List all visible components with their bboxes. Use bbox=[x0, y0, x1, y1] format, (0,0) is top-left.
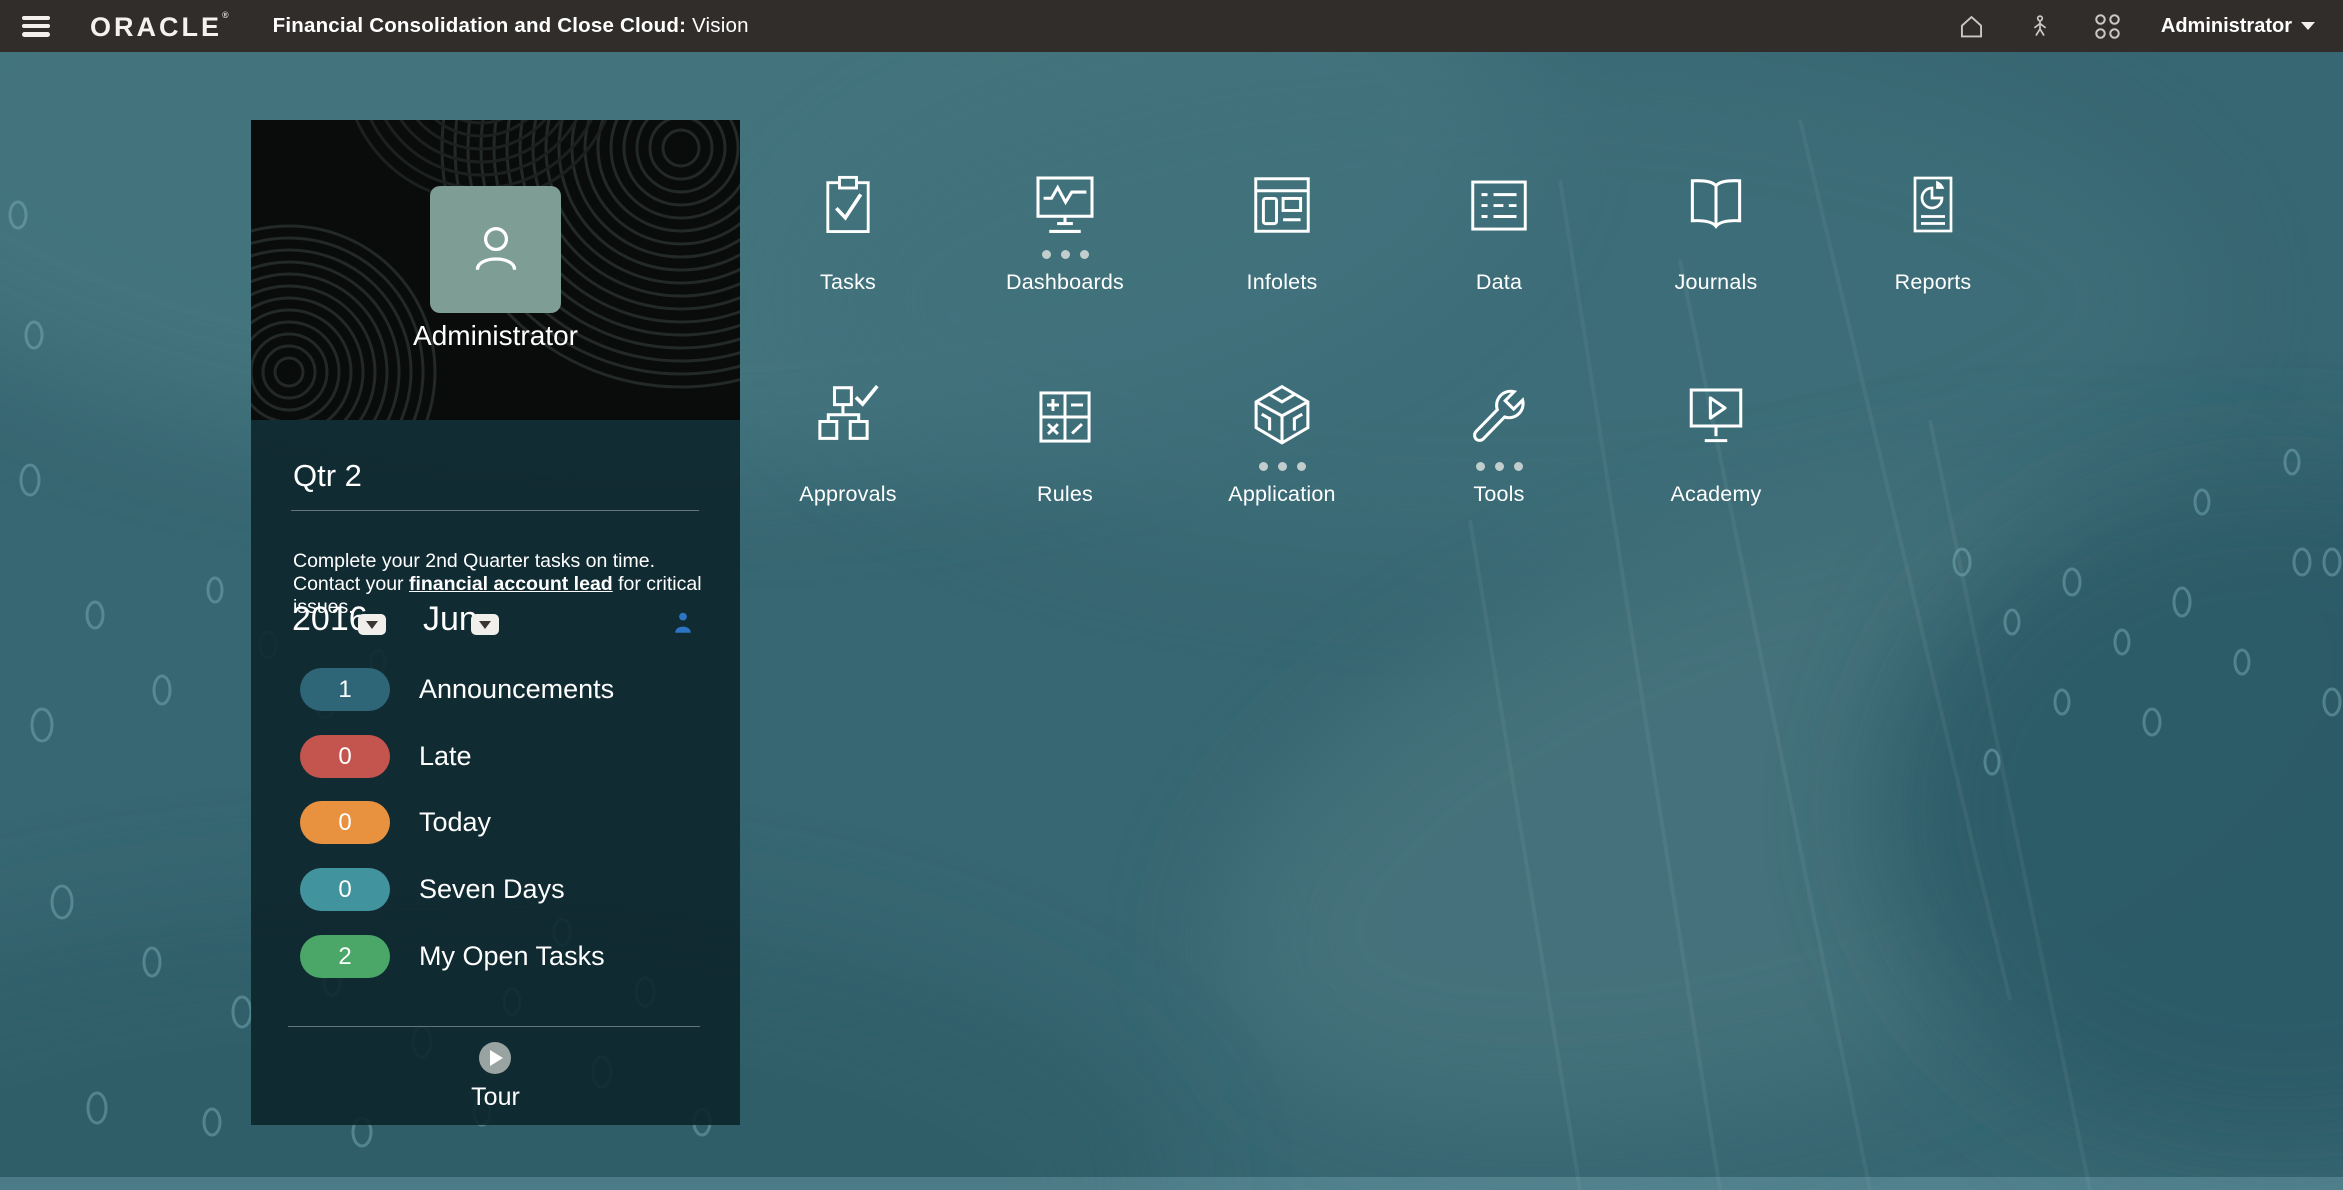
tile-data[interactable]: Data bbox=[1391, 168, 1607, 295]
academy-icon bbox=[1608, 380, 1824, 454]
tour-label: Tour bbox=[471, 1083, 520, 1111]
tile-application[interactable]: Application bbox=[1174, 380, 1390, 507]
my-tasks-filter-icon[interactable] bbox=[670, 610, 696, 636]
month-value: Jun bbox=[423, 600, 478, 638]
tile-menu-dots bbox=[957, 454, 1173, 478]
tile-menu-dots bbox=[1825, 242, 2041, 266]
rules-icon bbox=[957, 380, 1173, 454]
divider bbox=[288, 1026, 700, 1027]
application-icon bbox=[1174, 380, 1390, 454]
tile-label: Tasks bbox=[820, 270, 876, 294]
approvals-icon bbox=[740, 380, 956, 454]
registered-mark: ® bbox=[222, 10, 229, 20]
tile-dashboards[interactable]: Dashboards bbox=[957, 168, 1173, 295]
tile-label: Journals bbox=[1674, 270, 1758, 294]
financial-account-lead-link[interactable]: financial account lead bbox=[409, 573, 613, 595]
infolets-icon bbox=[1174, 168, 1390, 242]
tile-journals[interactable]: Journals bbox=[1608, 168, 1824, 295]
tile-label: Application bbox=[1228, 482, 1336, 506]
month-dropdown-button[interactable] bbox=[471, 614, 499, 635]
tile-label: Academy bbox=[1670, 482, 1762, 506]
tile-infolets[interactable]: Infolets bbox=[1174, 168, 1390, 295]
user-menu[interactable]: Administrator bbox=[2161, 15, 2315, 38]
stat-today[interactable]: 0 Today bbox=[251, 801, 740, 844]
divider bbox=[291, 510, 699, 511]
tools-icon bbox=[1391, 380, 1607, 454]
tile-menu-dots bbox=[1174, 242, 1390, 266]
tile-menu-dots[interactable] bbox=[1391, 454, 1607, 478]
tile-menu-dots[interactable] bbox=[957, 242, 1173, 266]
tile-rules[interactable]: Rules bbox=[957, 380, 1173, 507]
period-summary: Qtr 2 Complete your 2nd Quarter tasks on… bbox=[251, 420, 740, 1125]
stat-announcements[interactable]: 1 Announcements bbox=[251, 668, 740, 711]
avatar[interactable] bbox=[430, 186, 561, 313]
tile-menu-dots bbox=[1391, 242, 1607, 266]
tile-label: Approvals bbox=[799, 482, 897, 506]
tile-menu-dots[interactable] bbox=[1174, 454, 1390, 478]
year-dropdown-button[interactable] bbox=[358, 614, 386, 635]
tile-label: Data bbox=[1475, 270, 1523, 294]
tile-menu-dots bbox=[1608, 454, 1824, 478]
status-badge: 1 bbox=[300, 668, 390, 711]
stat-seven-days[interactable]: 0 Seven Days bbox=[251, 868, 740, 911]
period-title: Qtr 2 bbox=[293, 458, 362, 493]
tile-tools[interactable]: Tools bbox=[1391, 380, 1607, 507]
top-navigation-bar: ORACLE® Financial Consolidation and Clos… bbox=[0, 0, 2343, 52]
stat-my-open-tasks[interactable]: 2 My Open Tasks bbox=[251, 935, 740, 978]
oracle-logo: ORACLE® bbox=[90, 10, 229, 42]
play-icon bbox=[490, 1050, 503, 1066]
tile-label: Rules bbox=[1037, 482, 1093, 506]
user-summary-panel: Administrator Qtr 2 Complete your 2nd Qu… bbox=[251, 120, 740, 1125]
tile-reports[interactable]: Reports bbox=[1825, 168, 2041, 295]
tile-label: Reports bbox=[1894, 270, 1972, 294]
chevron-down-icon bbox=[2301, 22, 2315, 30]
tour-play-button[interactable] bbox=[479, 1042, 511, 1074]
reports-icon bbox=[1825, 168, 2041, 242]
app-title: Financial Consolidation and Close Cloud:… bbox=[272, 14, 749, 37]
panel-user-name: Administrator bbox=[413, 320, 578, 351]
tile-menu-dots bbox=[1608, 242, 1824, 266]
status-badge: 0 bbox=[300, 868, 390, 911]
user-menu-label: Administrator bbox=[2160, 14, 2292, 37]
user-avatar-card: Administrator bbox=[251, 120, 740, 420]
accessibility-icon[interactable] bbox=[2025, 11, 2055, 41]
topbar-actions: Administrator bbox=[1957, 11, 2315, 41]
tasks-icon bbox=[740, 168, 956, 242]
tile-tasks[interactable]: Tasks bbox=[740, 168, 956, 295]
status-badge: 2 bbox=[300, 935, 390, 978]
year-value: 2016 bbox=[292, 600, 368, 638]
home-icon[interactable] bbox=[1957, 11, 1987, 41]
tile-label: Infolets bbox=[1246, 270, 1318, 294]
tile-label: Dashboards bbox=[1006, 270, 1124, 294]
dashboards-icon bbox=[957, 168, 1173, 242]
status-badge: 0 bbox=[300, 801, 390, 844]
journals-icon bbox=[1608, 168, 1824, 242]
data-icon bbox=[1391, 168, 1607, 242]
stat-late[interactable]: 0 Late bbox=[251, 735, 740, 778]
tile-approvals[interactable]: Approvals bbox=[740, 380, 956, 507]
tile-menu-dots bbox=[740, 242, 956, 266]
background-bottom-band bbox=[0, 1177, 2343, 1190]
tile-label: Tools bbox=[1473, 482, 1525, 506]
tile-menu-dots bbox=[740, 454, 956, 478]
tile-academy[interactable]: Academy bbox=[1608, 380, 1824, 507]
hamburger-menu-icon[interactable] bbox=[22, 15, 50, 37]
navigator-grid-icon[interactable] bbox=[2093, 11, 2123, 41]
status-badge: 0 bbox=[300, 735, 390, 778]
